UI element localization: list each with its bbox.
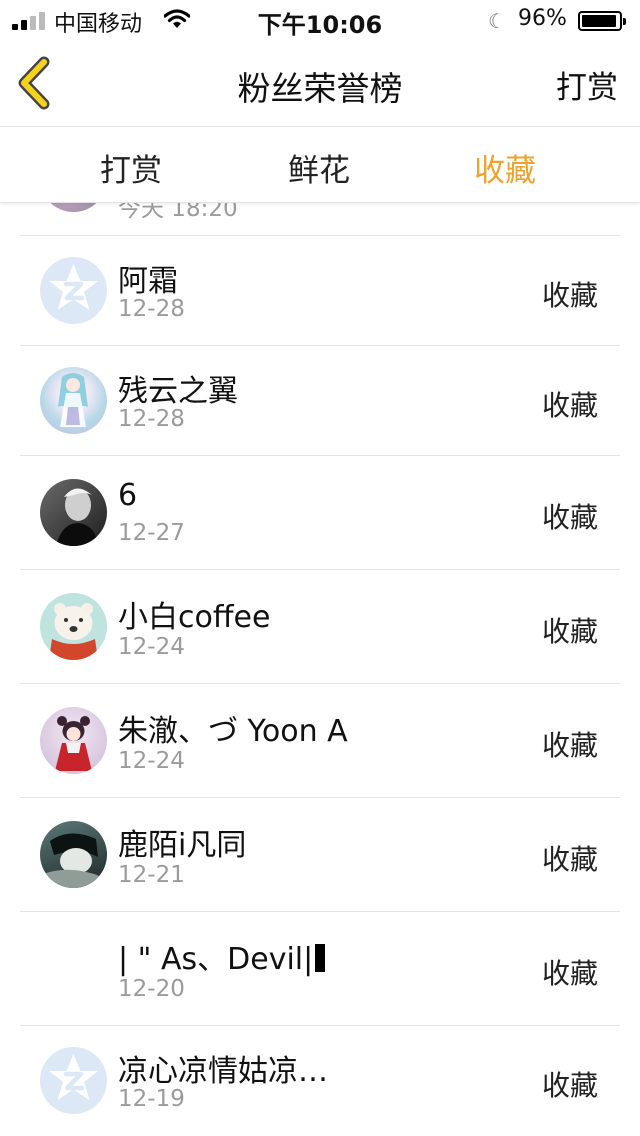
list-item-action: 收藏 — [541, 957, 598, 990]
list-item-name: 6 — [118, 478, 138, 513]
polar-bear-avatar — [40, 593, 107, 660]
list-item-date: 12-24 — [118, 748, 185, 774]
dark-portrait-avatar — [40, 821, 107, 888]
bw-portrait-avatar — [40, 479, 107, 546]
list-item-action: 收藏 — [541, 843, 598, 876]
list-item[interactable]: | " As、Devil| 12-20 收藏 — [20, 911, 620, 1026]
tab-flowers[interactable]: 鲜花 — [288, 145, 350, 190]
list-item-name: 阿霜 — [118, 264, 178, 299]
battery-icon — [578, 11, 626, 31]
list-item-action: 收藏 — [541, 729, 598, 762]
list-item-date: 12-28 — [118, 406, 185, 432]
page-title: 粉丝荣誉榜 — [237, 69, 403, 108]
list-item-date: 12-20 — [118, 976, 185, 1002]
tab-bar: 打赏 鲜花 收藏 — [0, 127, 640, 203]
list-item-action: 收藏 — [541, 279, 598, 312]
list-item-date: 12-28 — [118, 296, 185, 322]
battery-percent: 96% — [518, 6, 567, 31]
tab-reward[interactable]: 打赏 — [100, 145, 162, 190]
list-item-date: 12-21 — [118, 862, 185, 888]
qq-default-avatar — [40, 257, 107, 324]
tab-favorites[interactable]: 收藏 — [474, 145, 536, 190]
list-item-date: 12-19 — [118, 1086, 185, 1112]
list-item[interactable]: 今天 18:20 — [20, 203, 620, 235]
list-item-name: 小白coffee — [118, 600, 271, 635]
list-item-action: 收藏 — [541, 615, 598, 648]
list-item-name: 残云之翼 — [118, 374, 238, 409]
list-item-action: 收藏 — [541, 389, 598, 422]
fan-list: 今天 18:20 阿霜 12-28 收藏 残云之翼 12-28 收藏 6 12-… — [0, 203, 640, 1136]
list-item-date: 12-24 — [118, 634, 185, 660]
list-item[interactable]: 小白coffee 12-24 收藏 — [20, 569, 620, 684]
list-item[interactable]: 残云之翼 12-28 收藏 — [20, 345, 620, 456]
list-item-name: 凉心凉情姑凉… — [118, 1054, 328, 1089]
list-item[interactable]: 阿霜 12-28 收藏 — [20, 235, 620, 346]
reward-button[interactable]: 打赏 — [556, 62, 618, 107]
nav-bar: 粉丝荣誉榜 打赏 — [0, 40, 640, 127]
list-item-action: 收藏 — [541, 1069, 598, 1102]
list-item-date: 今天 18:20 — [118, 203, 238, 222]
avatar — [40, 203, 107, 212]
list-item-date: 12-27 — [118, 520, 185, 546]
text-cursor-block — [315, 944, 326, 972]
list-item[interactable]: 6 12-27 收藏 — [20, 455, 620, 570]
red-dress-girl-avatar — [40, 707, 107, 774]
anime-girl-avatar — [40, 367, 107, 434]
list-item-action: 收藏 — [541, 501, 598, 534]
list-item-name: 朱澈、づ Yoon A — [118, 714, 348, 749]
list-item-name: | " As、Devil| — [118, 934, 326, 978]
qq-default-avatar — [40, 1047, 107, 1114]
list-item[interactable]: 朱澈、づ Yoon A 12-24 收藏 — [20, 683, 620, 798]
list-item-name: 鹿陌i凡同 — [118, 828, 247, 863]
list-item[interactable]: 鹿陌i凡同 12-21 收藏 — [20, 797, 620, 912]
status-bar: 中国移动 下午10:06 ☾ 96% — [0, 0, 640, 40]
blank-avatar — [40, 935, 107, 1002]
moon-icon: ☾ — [488, 9, 506, 33]
list-item[interactable]: 凉心凉情姑凉… 12-19 收藏 — [20, 1025, 620, 1136]
